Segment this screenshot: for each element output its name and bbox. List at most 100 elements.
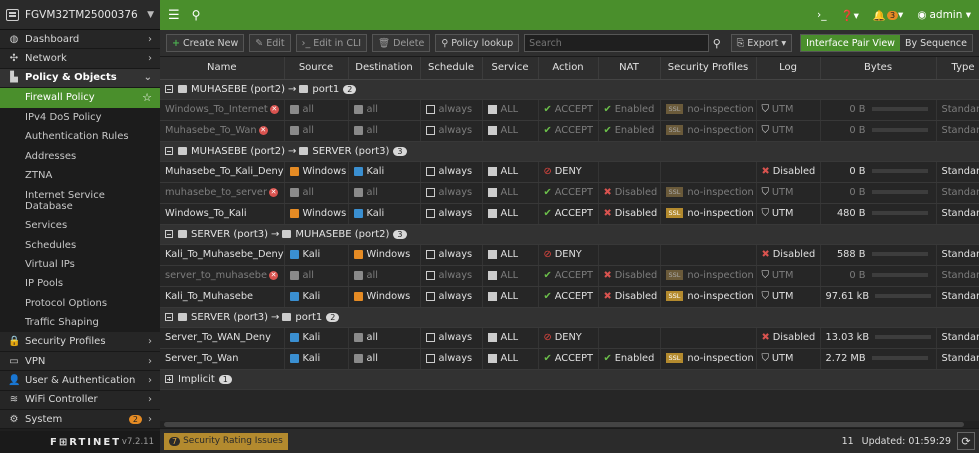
- column-header[interactable]: Type: [936, 57, 979, 80]
- sidebar-subitem-2[interactable]: Authentication Rules: [0, 126, 160, 147]
- horizontal-scrollbar[interactable]: [160, 421, 979, 428]
- source-cell: Kali: [284, 348, 349, 370]
- schedule-value: always: [438, 332, 473, 343]
- disabled-x-icon: ✕: [269, 104, 279, 114]
- bytes-value: 480 B: [836, 208, 866, 219]
- sidebar-item-bottom-3[interactable]: ≋ WiFi Controller ›: [0, 390, 160, 411]
- search-input[interactable]: [524, 34, 709, 52]
- column-header[interactable]: Security Profiles: [660, 57, 757, 80]
- interface-pair-group[interactable]: SERVER (port3) → port1 2: [160, 307, 979, 328]
- by-sequence-button[interactable]: By Sequence: [899, 35, 972, 51]
- table-row[interactable]: server_to_muhasebe ✕ all all always ALL ✔ ACCEP…: [160, 265, 979, 287]
- favorite-star-icon[interactable]: ☆: [142, 91, 152, 104]
- table-row[interactable]: Kali_To_Muhasebe Kali Windows always ALL ✔ ACC…: [160, 286, 979, 308]
- sidebar-item-main-1[interactable]: ✣ Network ›: [0, 49, 160, 69]
- sidebar-item-bottom-0[interactable]: 🔒 Security Profiles ›: [0, 332, 160, 352]
- expand-icon[interactable]: [165, 374, 173, 383]
- column-header[interactable]: Bytes: [820, 57, 937, 80]
- service-value: ALL: [500, 291, 519, 302]
- destination-cell: Kali: [348, 203, 421, 225]
- table-row[interactable]: Server_To_Wan Kali all always ALL ✔ ACCEPT ✔ Ena…: [160, 348, 979, 370]
- collapse-icon[interactable]: [165, 84, 173, 93]
- top-bar: ☰ ⚲ ›_ ❓▾ 🔔 3 ▾ ◉ admin ▾: [160, 0, 979, 30]
- deny-icon: ⊘: [543, 249, 552, 260]
- type-cell: Standard: [936, 203, 979, 225]
- table-row[interactable]: Windows_To_Kali Windows Kali always ALL ✔ ACCE…: [160, 203, 979, 225]
- table-row[interactable]: Kali_To_Muhasebe_Deny Kali Windows always AL…: [160, 244, 979, 266]
- column-header[interactable]: Log: [756, 57, 821, 80]
- table-row[interactable]: Muhasebe_To_Wan ✕ all all always ALL ✔ ACCEPT ✔ E…: [160, 120, 979, 142]
- interface-pair-view-button[interactable]: Interface Pair View: [801, 35, 900, 51]
- table-row[interactable]: muhasebe_to_server ✕ all all always ALL ✔ ACCEP…: [160, 182, 979, 204]
- sidebar-subitem-5[interactable]: Internet Service Database: [0, 185, 160, 217]
- source-value: all: [302, 104, 314, 115]
- sidebar-subitem-7[interactable]: Schedules: [0, 235, 160, 255]
- group-count: 3: [393, 229, 407, 239]
- sidebar-item-bottom-2[interactable]: 👤 User & Authentication ›: [0, 371, 160, 391]
- group-source-interface: SERVER (port3): [191, 311, 269, 323]
- collapse-icon[interactable]: [165, 229, 173, 238]
- delete-button[interactable]: 🗑 Delete: [372, 34, 431, 52]
- service-value: ALL: [500, 104, 519, 115]
- notifications-button[interactable]: 🔔 3 ▾: [873, 9, 903, 22]
- notification-count: 3: [886, 10, 899, 20]
- action-value: ACCEPT: [554, 353, 594, 364]
- implicit-group[interactable]: Implicit 1: [160, 369, 979, 390]
- sidebar-subitem-9[interactable]: IP Pools: [0, 274, 160, 294]
- sidebar-subitem-3[interactable]: Addresses: [0, 146, 160, 166]
- column-header[interactable]: NAT: [598, 57, 661, 80]
- export-button[interactable]: ⎘ Export ▾: [730, 34, 793, 52]
- sidebar-subitem-8[interactable]: Virtual IPs: [0, 254, 160, 275]
- chevron-icon: ›: [148, 374, 152, 386]
- create-new-button[interactable]: + Create New: [166, 34, 245, 52]
- column-header[interactable]: Schedule: [420, 57, 483, 80]
- interface-pair-group[interactable]: MUHASEBE (port2) → SERVER (port3) 3: [160, 141, 979, 162]
- sidebar-item-bottom-4[interactable]: ⚙ System 2 ›: [0, 410, 160, 430]
- column-header[interactable]: Source: [284, 57, 349, 80]
- table-row[interactable]: Windows_To_Internet ✕ all all always ALL ✔ ACCE…: [160, 99, 979, 121]
- search-icon[interactable]: ⚲: [709, 34, 725, 52]
- device-selector[interactable]: FGVM32TM25000376 ▼: [0, 0, 160, 30]
- sidebar-item-main-0[interactable]: ◍ Dashboard ›: [0, 30, 160, 50]
- column-header[interactable]: Destination: [348, 57, 421, 80]
- checkmark-icon: ✔: [543, 353, 552, 364]
- sidebar-subitem-6[interactable]: Services: [0, 216, 160, 236]
- deny-icon: ⊘: [543, 332, 552, 343]
- column-header[interactable]: Action: [538, 57, 599, 80]
- table-row[interactable]: Muhasebe_To_Kali_Deny Windows Kali always AL…: [160, 161, 979, 183]
- sidebar-subitem-10[interactable]: Protocol Options: [0, 293, 160, 314]
- sidebar-subitem-4[interactable]: ZTNA: [0, 165, 160, 186]
- sidebar-item-main-2[interactable]: ▙ Policy & Objects ⌄: [0, 68, 160, 89]
- collapse-icon[interactable]: [165, 312, 173, 321]
- shield-icon: ⛉: [761, 125, 769, 136]
- column-header[interactable]: Service: [482, 57, 539, 80]
- sidebar-subitem-1[interactable]: IPv4 DoS Policy: [0, 107, 160, 127]
- policy-lookup-button[interactable]: ⚲ Policy lookup: [435, 34, 520, 52]
- table-row[interactable]: Server_To_WAN_Deny Kali all always ALL ⊘ DENY ✖…: [160, 327, 979, 349]
- security-rating-issues-button[interactable]: 7 Security Rating Issues: [164, 432, 288, 450]
- refresh-icon[interactable]: ⟳: [957, 432, 975, 450]
- sidebar-item-label: Dashboard: [25, 33, 80, 45]
- user-menu[interactable]: ◉ admin ▾: [917, 9, 971, 21]
- help-button[interactable]: ❓▾: [841, 9, 859, 22]
- pencil-icon: ✎: [255, 37, 264, 49]
- log-cell: ⛉ UTM: [756, 203, 821, 225]
- collapse-icon[interactable]: [165, 146, 173, 155]
- sidebar-item-bottom-1[interactable]: ▭ VPN ›: [0, 351, 160, 372]
- search-icon[interactable]: ⚲: [192, 8, 201, 22]
- interface-pair-group[interactable]: SERVER (port3) → MUHASEBE (port2) 3: [160, 224, 979, 245]
- scrollbar-thumb[interactable]: [164, 422, 964, 427]
- sidebar-subitem-11[interactable]: Traffic Shaping: [0, 313, 160, 333]
- hamburger-menu-icon[interactable]: ☰: [168, 8, 180, 23]
- edit-in-cli-button[interactable]: ›_ Edit in CLI: [295, 34, 368, 52]
- policy-name-cell: Muhasebe_To_Kali_Deny: [160, 161, 285, 183]
- sidebar-subitem-0[interactable]: Firewall Policy ☆: [0, 88, 160, 108]
- policy-name: Windows_To_Internet: [165, 104, 268, 115]
- edit-button[interactable]: ✎ Edit: [249, 34, 291, 52]
- interface-pair-group[interactable]: MUHASEBE (port2) → port1 2: [160, 79, 979, 100]
- sidebar-subitem-label: Authentication Rules: [25, 131, 129, 143]
- cli-console-button[interactable]: ›_: [817, 9, 826, 21]
- ssl-icon: SSL: [665, 187, 684, 197]
- source-cell: Kali: [284, 286, 349, 308]
- column-header[interactable]: Name: [160, 57, 285, 80]
